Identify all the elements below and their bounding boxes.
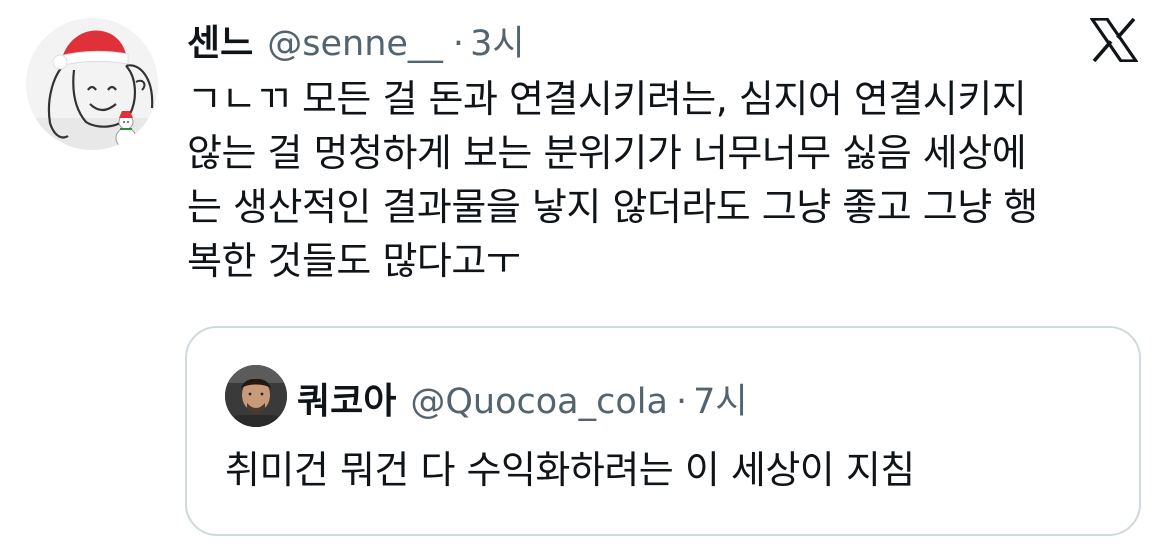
- author-avatar[interactable]: [26, 18, 158, 150]
- profile-photo-avatar: [225, 365, 287, 427]
- tweet-header: 센느 @senne__ · 3시: [187, 14, 525, 66]
- quoted-tweet-header: 쿼코아 @Quocoa_cola · 7시: [297, 372, 748, 424]
- header-separator: ·: [452, 24, 465, 64]
- x-logo-icon[interactable]: [1088, 17, 1140, 63]
- tweet-timestamp[interactable]: 3시: [470, 15, 524, 66]
- author-display-name[interactable]: 센느: [187, 14, 253, 66]
- quoted-tweet-timestamp[interactable]: 7시: [693, 373, 747, 424]
- quoted-author-handle[interactable]: @Quocoa_cola: [410, 382, 668, 422]
- santa-hat-doodle-avatar: [26, 18, 158, 150]
- quoted-tweet-body-text: 취미건 뭐건 다 수익화하려는 이 세상이 지침: [225, 448, 915, 492]
- quoted-author-avatar[interactable]: [225, 365, 287, 427]
- quoted-header-separator: ·: [675, 382, 688, 422]
- tweet-body-text: ㄱㄴㄲ 모든 걸 돈과 연결시키려는, 심지어 연결시키지 않는 걸 멍청하게 …: [187, 77, 1038, 283]
- author-handle[interactable]: @senne__: [267, 24, 443, 64]
- quoted-author-display-name[interactable]: 쿼코아: [297, 372, 396, 424]
- quoted-tweet-card[interactable]: 쿼코아 @Quocoa_cola · 7시 취미건 뭐건 다 수익화하려는 이 …: [185, 326, 1141, 536]
